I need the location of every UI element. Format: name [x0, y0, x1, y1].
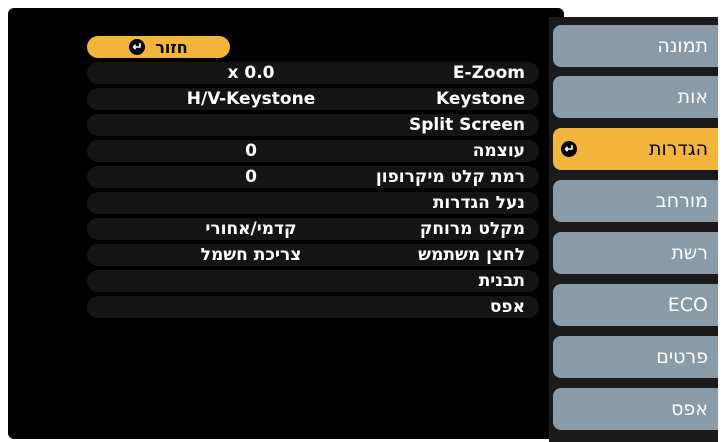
tab-info[interactable]: פרטים	[553, 336, 722, 378]
settings-row-e-zoom[interactable]: x 0.0 E-Zoom	[87, 62, 539, 84]
settings-row-mic-input-level[interactable]: 0 רמת קלט מיקרופון	[87, 166, 539, 188]
tab-extended[interactable]: מורחב	[553, 180, 722, 222]
tab-label: מורחב	[655, 190, 708, 212]
settings-row-user-button[interactable]: צריכת חשמל לחצן משתמש	[87, 244, 539, 266]
setting-name: עוצמה	[472, 141, 525, 161]
screen-edge	[718, 0, 724, 442]
tab-signal[interactable]: אות	[553, 76, 722, 118]
setting-name: לחצן משתמש	[418, 245, 525, 265]
back-button[interactable]: חזור	[87, 36, 230, 58]
setting-name: E-Zoom	[452, 63, 525, 83]
settings-row-pattern[interactable]: תבנית	[87, 270, 539, 292]
tab-label: ECO	[667, 294, 708, 316]
setting-value: 0	[245, 141, 257, 161]
setting-name: אפס	[489, 297, 525, 317]
settings-row-reset[interactable]: אפס	[87, 296, 539, 318]
settings-row-volume[interactable]: 0 עוצמה	[87, 140, 539, 162]
setting-name: תבנית	[478, 271, 525, 291]
tab-reset[interactable]: אפס	[553, 388, 722, 430]
enter-icon	[561, 141, 577, 157]
tab-eco[interactable]: ECO	[553, 284, 722, 326]
tab-label: הגדרות	[648, 138, 708, 160]
tab-image[interactable]: תמונה	[553, 25, 722, 67]
enter-icon	[129, 39, 146, 55]
setting-value: קדמי/אחורי	[205, 219, 297, 239]
tab-label: אפס	[671, 398, 708, 420]
tab-network[interactable]: רשת	[553, 232, 722, 274]
tab-label: אות	[677, 86, 708, 108]
setting-value: x 0.0	[227, 63, 275, 83]
setting-name: רמת קלט מיקרופון	[375, 167, 525, 187]
setting-name: נעל הגדרות	[432, 193, 525, 213]
settings-row-keystone[interactable]: H/V-Keystone Keystone	[87, 88, 539, 110]
setting-name: Keystone	[435, 89, 525, 109]
settings-row-lock-settings[interactable]: נעל הגדרות	[87, 192, 539, 214]
tab-settings[interactable]: הגדרות	[553, 128, 722, 170]
setting-value: H/V-Keystone	[186, 89, 316, 109]
tab-label: פרטים	[656, 346, 708, 368]
setting-value: צריכת חשמל	[200, 245, 302, 265]
settings-row-split-screen[interactable]: Split Screen	[87, 114, 539, 136]
setting-name: Split Screen	[409, 115, 525, 135]
tab-label: רשת	[671, 242, 708, 264]
tab-label: תמונה	[657, 35, 708, 57]
setting-value: 0	[245, 167, 257, 187]
setting-name: מקלט מרוחק	[419, 219, 525, 239]
settings-row-remote-receiver[interactable]: קדמי/אחורי מקלט מרוחק	[87, 218, 539, 240]
back-button-label: חזור	[155, 37, 188, 57]
